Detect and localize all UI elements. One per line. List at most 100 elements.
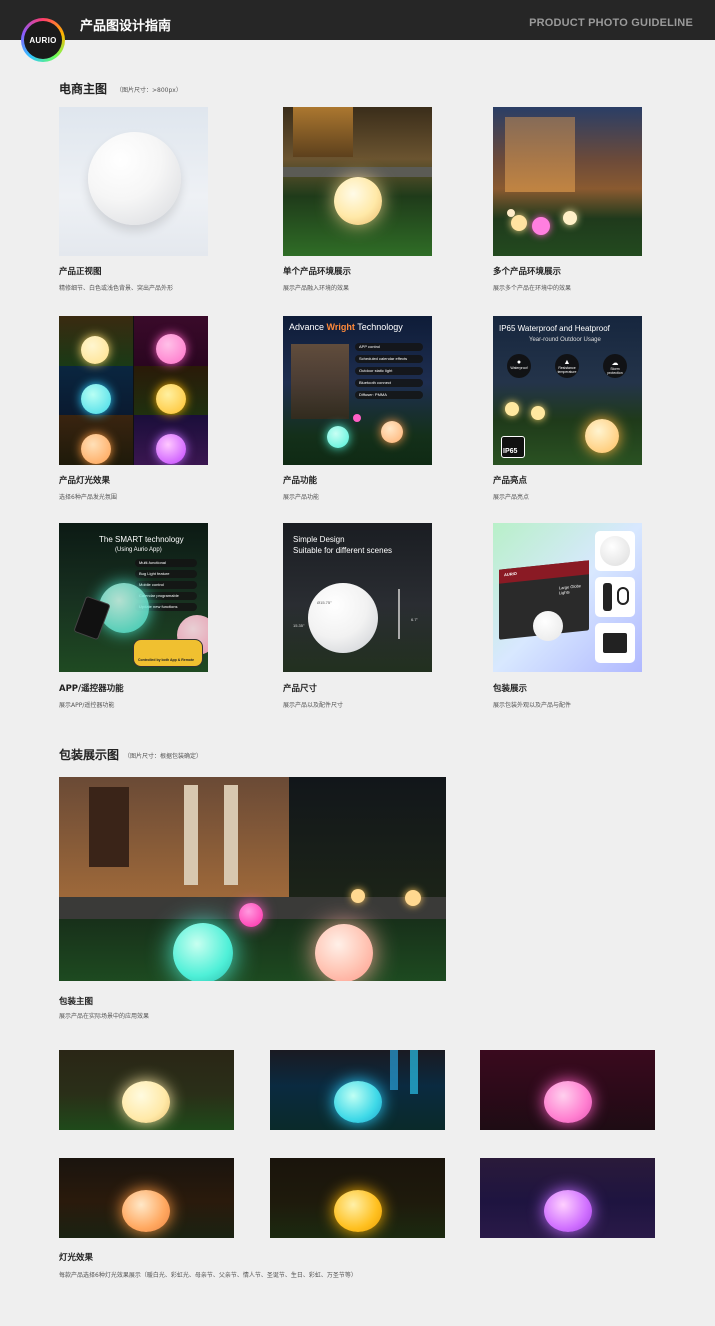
globe-main-teal <box>173 923 233 981</box>
caption-app-remote: APP/遥控器功能 <box>59 684 124 694</box>
caption-features: 产品功能 <box>283 476 318 486</box>
desc-single-env: 展示产品融入环境的效果 <box>283 285 350 292</box>
desc-front-view: 精修细节、白色或浅色背景、突出产品外形 <box>59 285 174 292</box>
package-globe <box>533 611 563 641</box>
thumb-features: Advance Wright Technology APP control Sc… <box>283 316 432 465</box>
section2-note: （图片尺寸：根据包装确定） <box>124 753 203 760</box>
ip65-subtitle: Year-round Outdoor Usage <box>529 337 601 343</box>
size-stake: 6.7" <box>411 617 418 622</box>
smart-feature-3: Mobile control <box>135 581 197 589</box>
globe-warm <box>334 177 382 225</box>
caption-multi-env: 多个产品环境展示 <box>493 267 562 277</box>
globe-small-2 <box>532 217 550 235</box>
globe-peach-small <box>381 421 403 443</box>
thumb-highlights: IP65 Waterproof and Heatproof Year-round… <box>493 316 642 465</box>
smart-feature-1: Multi-functional <box>135 559 197 567</box>
smart-title: The SMART technology <box>99 535 184 544</box>
caption-light-effects-strip: 灯光效果 <box>59 1253 94 1263</box>
globe-main-small-2 <box>405 890 421 906</box>
temperature-icon: ▲ Resistance temperature <box>555 354 579 378</box>
globe-main-small-1 <box>351 889 365 903</box>
globe-small-4 <box>507 209 515 217</box>
globe-size <box>308 583 378 653</box>
ip65-badge: IP65 <box>501 436 525 458</box>
section2-title: 包装展示图 <box>59 748 120 762</box>
storm-icon: ☁ Storm protection <box>603 354 627 378</box>
globe-ip-3 <box>585 419 619 453</box>
tech-feature-1: APP control <box>355 343 423 351</box>
header-bar: 产品图设计指南 PRODUCT PHOTO GUIDELINE <box>0 0 715 40</box>
thumb-size: Simple Design Suitable for different sce… <box>283 523 432 672</box>
tech-feature-5: Diffuser: PMMA <box>355 391 423 399</box>
accessory-remote-card <box>595 577 635 617</box>
page-title: 产品图设计指南 <box>80 19 172 34</box>
size-title-1: Simple Design <box>293 535 345 544</box>
globe-strip-purple <box>544 1190 592 1232</box>
thumb-multi-env <box>493 107 642 256</box>
size-height: 15.35" <box>293 623 305 628</box>
brand-logo-text: AURIO <box>24 21 62 59</box>
smart-feature-2: Bug Light feature <box>135 570 197 578</box>
package-main-image <box>59 777 446 981</box>
desc-size: 展示产品以及配件尺寸 <box>283 702 344 709</box>
light-thumb-teal <box>270 1050 445 1130</box>
thumb-package: AURIO Large Globe Lights <box>493 523 642 672</box>
caption-light-effects: 产品灯光效果 <box>59 476 111 486</box>
globe-effect-purple <box>156 434 186 464</box>
caption-size: 产品尺寸 <box>283 684 318 694</box>
accessory-adapter-card <box>595 623 635 663</box>
globe-effect-yellow <box>156 384 186 414</box>
globe-ip-2 <box>531 406 545 420</box>
brand-logo: AURIO <box>21 18 65 62</box>
section1-title: 电商主图 <box>59 82 108 96</box>
globe-main-peach <box>315 924 373 981</box>
globe-effect-pink <box>156 334 186 364</box>
caption-highlights: 产品亮点 <box>493 476 528 486</box>
globe-effect-warm <box>81 336 109 364</box>
globe-pink-tiny <box>353 414 361 422</box>
caption-front-view: 产品正视图 <box>59 267 102 277</box>
globe-ip-1 <box>505 402 519 416</box>
smart-subtitle: (Using Aurio App) <box>115 547 162 553</box>
desc-multi-env: 展示多个产品在环境中的效果 <box>493 285 572 292</box>
ip65-title: IP65 Waterproof and Heatproof <box>499 324 610 333</box>
desc-app-remote: 展示APP/遥控器功能 <box>59 702 115 709</box>
tech-feature-3: Outdoor static light <box>355 367 423 375</box>
size-title-2: Suitable for different scenes <box>293 546 393 555</box>
section1-note: （图片尺寸：>800px） <box>116 87 182 94</box>
caption-package: 包装展示 <box>493 684 528 694</box>
globe-strip-warm <box>122 1081 170 1123</box>
desc-package: 展示包装外观以及产品与配件 <box>493 702 572 709</box>
tech-feature-2: Scheduled calendar effects <box>355 355 423 363</box>
globe-teal-small <box>327 426 349 448</box>
globe-small-1 <box>511 215 527 231</box>
globe-strip-yellow <box>334 1190 382 1232</box>
desc-highlights: 展示产品亮点 <box>493 494 530 501</box>
thumb-single-env <box>283 107 432 256</box>
waterproof-icon: ● Waterproof <box>507 354 531 378</box>
light-thumb-pink <box>480 1050 655 1130</box>
thumb-app-remote: The SMART technology (Using Aurio App) M… <box>59 523 208 672</box>
desc-features: 展示产品功能 <box>283 494 320 501</box>
globe-strip-orange <box>122 1190 170 1232</box>
light-thumb-warm <box>59 1050 234 1130</box>
light-thumb-yellow <box>270 1158 445 1238</box>
desc-light-effects-strip: 每款产品选择6种灯光效果展示（暖白光、彩虹光、母亲节、父亲节、情人节、圣诞节、生… <box>59 1272 357 1279</box>
globe-small-3 <box>563 211 577 225</box>
caption-single-env: 单个产品环境展示 <box>283 267 352 277</box>
accessory-globe-card <box>595 531 635 571</box>
globe-strip-teal <box>334 1081 382 1123</box>
size-diameter: Ø15.75" <box>317 600 332 605</box>
light-thumb-orange <box>59 1158 234 1238</box>
globe-main-pink <box>239 903 263 927</box>
stake-accessory <box>398 589 400 639</box>
phone-device <box>73 595 111 641</box>
tech-title: Advance Wright Technology <box>289 322 403 332</box>
thumb-front-view <box>59 107 208 256</box>
globe-white <box>88 132 181 225</box>
globe-effect-teal <box>81 384 111 414</box>
globe-effect-orange <box>81 434 111 464</box>
caption-package-main: 包装主图 <box>59 997 94 1007</box>
globe-strip-pink <box>544 1081 592 1123</box>
desc-package-main: 展示产品在实际场景中的应用效果 <box>59 1013 150 1020</box>
